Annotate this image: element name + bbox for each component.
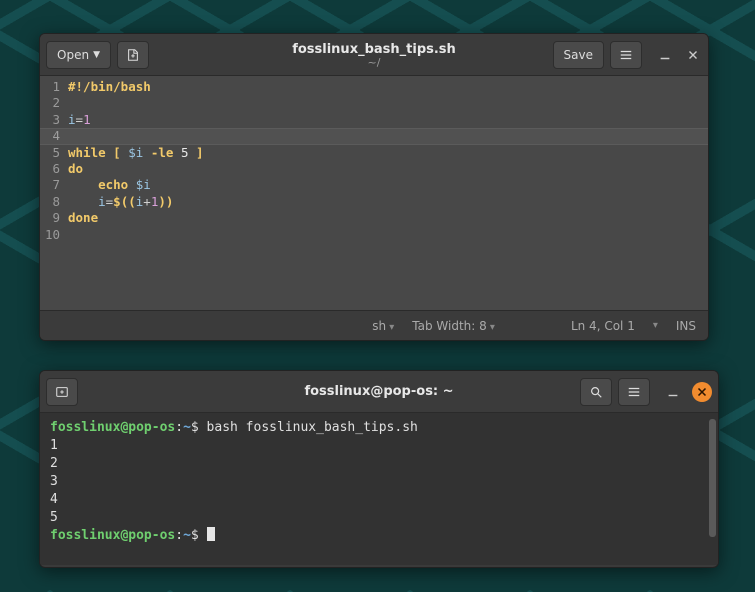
prompt-user: fosslinux@pop-os xyxy=(50,420,175,435)
terminal-scrollbar[interactable] xyxy=(709,419,716,537)
prompt-symbol: $ xyxy=(191,420,199,435)
terminal-output-line: 5 xyxy=(50,509,708,527)
minimize-button[interactable] xyxy=(656,46,674,64)
terminal-menu-button[interactable] xyxy=(618,378,650,406)
line-number: 9 xyxy=(40,210,60,226)
line-number: 10 xyxy=(40,227,60,243)
line-number: 6 xyxy=(40,161,60,177)
prompt-sep: : xyxy=(175,420,183,435)
code-token: 5 xyxy=(181,145,189,160)
terminal-close-button[interactable] xyxy=(692,382,712,402)
save-button[interactable]: Save xyxy=(553,41,604,69)
code-token: done xyxy=(68,210,98,225)
code-token: ] xyxy=(196,145,204,160)
line-number: 3 xyxy=(40,112,60,128)
code-token: (( xyxy=(121,194,136,209)
hamburger-icon xyxy=(627,385,641,399)
code-token: )) xyxy=(158,194,173,209)
code-token: $i xyxy=(136,177,151,192)
code-token: [ xyxy=(113,145,121,160)
terminal-body[interactable]: fosslinux@pop-os:~$ bash fosslinux_bash_… xyxy=(40,413,718,565)
hamburger-menu-button[interactable] xyxy=(610,41,642,69)
terminal-output-line: 3 xyxy=(50,473,708,491)
editor-statusbar: sh Tab Width: 8 Ln 4, Col 1 ▾ INS xyxy=(40,310,708,340)
close-icon xyxy=(695,385,709,399)
code-token: do xyxy=(68,161,83,176)
editor-headerbar: Open ▼ fosslinux_bash_tips.sh ~/ Save xyxy=(40,34,708,76)
code-token: = xyxy=(76,112,84,127)
new-tab-icon xyxy=(55,385,69,399)
minimize-icon xyxy=(666,385,680,399)
open-button[interactable]: Open ▼ xyxy=(46,41,111,69)
code-area[interactable]: #!/bin/bash i=1 while [ $i -le 5 ] do ec… xyxy=(64,76,708,310)
insert-mode-indicator: INS xyxy=(676,319,696,333)
terminal-line: fosslinux@pop-os:~$ xyxy=(50,527,708,545)
new-tab-button[interactable] xyxy=(117,41,149,69)
code-token: 1 xyxy=(83,112,91,127)
hamburger-icon xyxy=(619,48,633,62)
prompt-path: ~ xyxy=(183,420,191,435)
terminal-output-line: 1 xyxy=(50,437,708,455)
line-number: 2 xyxy=(40,95,60,111)
new-document-icon xyxy=(126,48,140,62)
terminal-headerbar: fosslinux@pop-os: ~ xyxy=(40,371,718,413)
prompt-sep: : xyxy=(175,528,183,543)
chevron-down-icon: ▼ xyxy=(93,50,100,60)
prompt-path: ~ xyxy=(183,528,191,543)
search-button[interactable] xyxy=(580,378,612,406)
line-number: 1 xyxy=(40,79,60,95)
terminal-window: fosslinux@pop-os: ~ fosslinux@pop-os:~$ … xyxy=(39,370,719,568)
terminal-command: bash fosslinux_bash_tips.sh xyxy=(207,420,418,435)
terminal-output-line: 4 xyxy=(50,491,708,509)
code-token: while xyxy=(68,145,106,160)
terminal-minimize-button[interactable] xyxy=(664,383,682,401)
editor-body[interactable]: 1 2 3 4 5 6 7 8 9 10 #!/bin/bash i=1 whi… xyxy=(40,76,708,310)
open-button-label: Open xyxy=(57,48,89,62)
line-number: 8 xyxy=(40,194,60,210)
code-token: -le xyxy=(151,145,174,160)
new-terminal-tab-button[interactable] xyxy=(46,378,78,406)
line-number-gutter: 1 2 3 4 5 6 7 8 9 10 xyxy=(40,76,64,310)
code-token: + xyxy=(143,194,151,209)
prompt-user: fosslinux@pop-os xyxy=(50,528,175,543)
code-token: $i xyxy=(128,145,143,160)
close-icon xyxy=(686,48,700,62)
search-icon xyxy=(589,385,603,399)
lang-selector[interactable]: sh xyxy=(372,319,394,333)
code-shebang: #!/bin/bash xyxy=(68,79,151,94)
line-number: 5 xyxy=(40,145,60,161)
minimize-icon xyxy=(658,48,672,62)
code-token: $ xyxy=(113,194,121,209)
text-editor-window: Open ▼ fosslinux_bash_tips.sh ~/ Save xyxy=(39,33,709,341)
code-token: i xyxy=(68,112,76,127)
goto-line-icon[interactable]: ▾ xyxy=(653,320,658,331)
line-number: 7 xyxy=(40,177,60,193)
cursor-position: Ln 4, Col 1 xyxy=(571,319,635,333)
terminal-cursor xyxy=(207,527,215,541)
code-token: echo xyxy=(98,177,128,192)
code-token: i xyxy=(98,194,106,209)
save-button-label: Save xyxy=(564,48,593,62)
prompt-symbol: $ xyxy=(191,528,199,543)
terminal-line: fosslinux@pop-os:~$ bash fosslinux_bash_… xyxy=(50,419,708,437)
tab-width-selector[interactable]: Tab Width: 8 xyxy=(412,319,495,333)
close-button[interactable] xyxy=(684,46,702,64)
terminal-output-line: 2 xyxy=(50,455,708,473)
